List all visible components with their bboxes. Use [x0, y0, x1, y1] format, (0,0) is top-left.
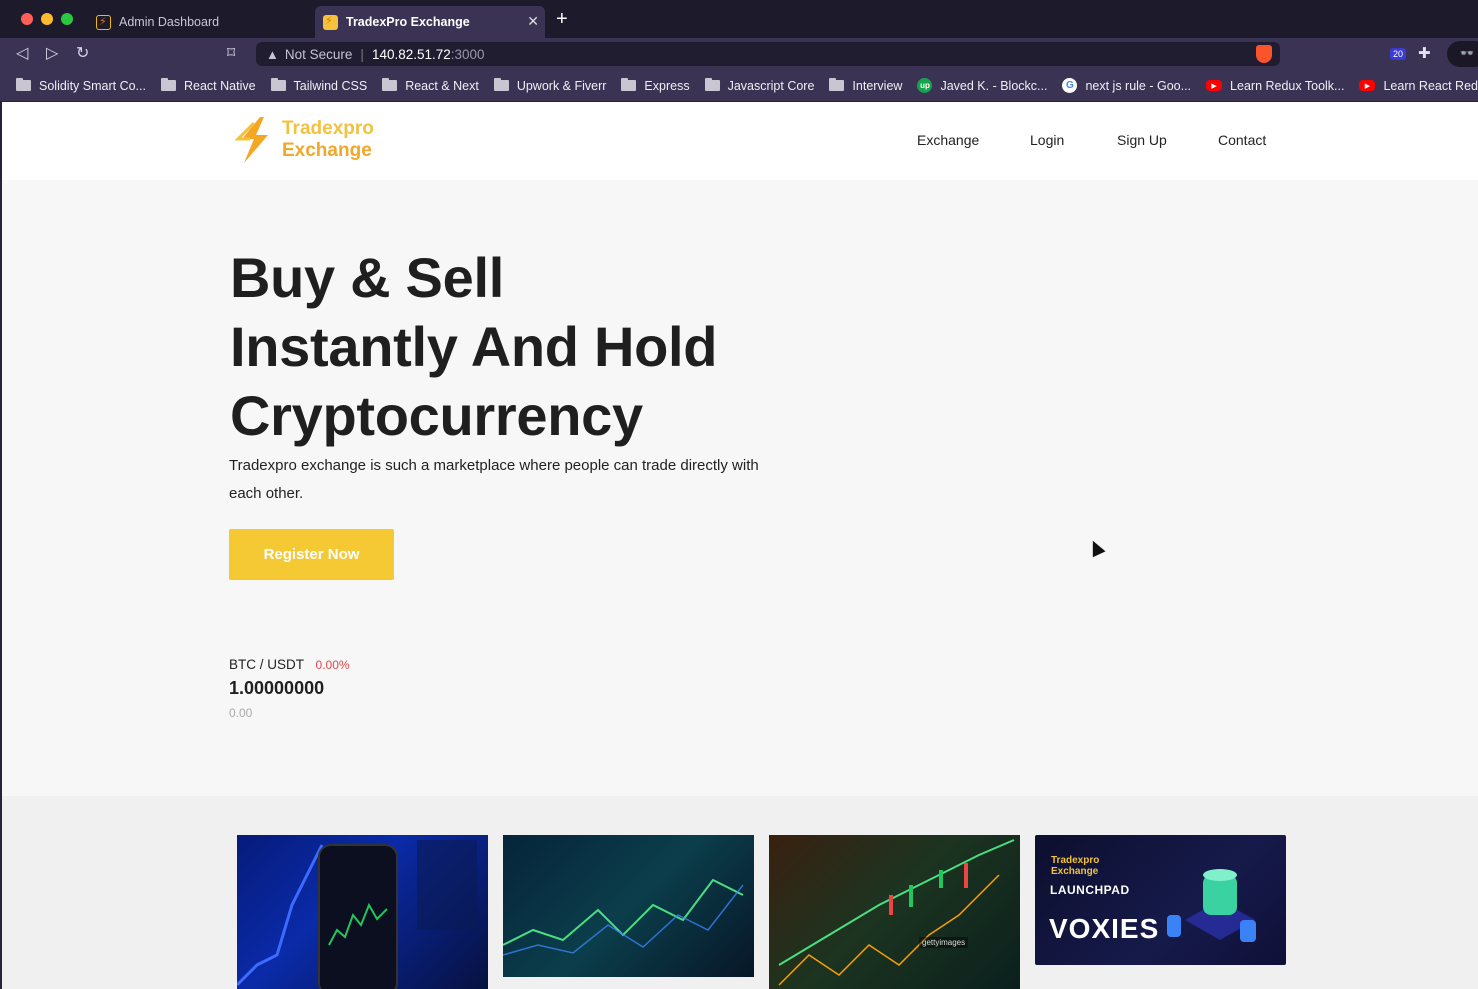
google-icon: G [1062, 78, 1078, 93]
ticker-volume: 0.00 [229, 706, 253, 720]
folder-icon [829, 78, 845, 91]
tradexpro-favicon-icon [96, 14, 111, 30]
bookmark-label: Express [644, 78, 690, 93]
logo-line-1: Tradexpro [282, 118, 374, 139]
promo-cards-section: gettyimages Tradexpro Exchange LAUNCHPAD… [2, 796, 1478, 989]
logo-line-2: Exchange [282, 140, 372, 161]
tab-admin-dashboard[interactable]: Admin Dashboard [88, 6, 308, 38]
back-icon[interactable]: ◁ [16, 43, 28, 63]
profile-icon[interactable]: 👓 [1447, 41, 1478, 67]
bookmark-item[interactable]: Interview [829, 78, 903, 93]
browser-window: Admin Dashboard TradexPro Exchange ✕ + ◁… [0, 0, 1478, 989]
ticker-pair[interactable]: BTC / USDT 0.00% [229, 657, 350, 672]
phone-chart-image [237, 840, 477, 989]
bookmark-label: Tailwind CSS [293, 78, 368, 93]
bookmark-label: Learn React Redu... [1383, 78, 1478, 93]
bookmark-item[interactable]: Tailwind CSS [270, 78, 368, 93]
promo-card-launchpad[interactable]: Tradexpro Exchange LAUNCHPAD VOXIES [1035, 835, 1286, 965]
maximize-window-button[interactable] [61, 13, 73, 25]
bookmark-item[interactable]: ▶ Learn Redux Toolk... [1206, 79, 1344, 93]
bookmark-label: Interview [852, 78, 903, 93]
nav-signup-link[interactable]: Sign Up [1117, 132, 1167, 148]
mouse-cursor-icon [1086, 537, 1106, 558]
nav-login-link[interactable]: Login [1030, 132, 1064, 148]
extension-badge[interactable]: 20 [1390, 48, 1407, 60]
bookmark-label: React Native [183, 78, 256, 93]
close-tab-icon[interactable]: ✕ [527, 13, 539, 30]
bookmark-item[interactable]: Express [621, 78, 690, 93]
bookmark-icon[interactable]: ⌑ [227, 43, 235, 63]
folder-icon [704, 78, 720, 91]
promo-card-candlestick[interactable]: gettyimages [769, 835, 1020, 989]
folder-icon [382, 78, 398, 91]
youtube-icon: ▶ [1359, 80, 1376, 91]
warning-triangle-icon: ▲ [266, 46, 279, 62]
upwork-icon: up [917, 78, 933, 93]
ticker-change: 0.00% [315, 658, 350, 672]
hero-title-line: Buy & Sell [230, 246, 504, 309]
brave-shields-icon[interactable] [1256, 45, 1272, 63]
bookmark-label: Javed K. - Blockc... [940, 78, 1048, 93]
folder-icon [270, 78, 286, 91]
hero-title-line: Cryptocurrency [230, 384, 643, 447]
bookmark-item[interactable]: React & Next [382, 78, 479, 93]
register-now-button[interactable]: Register Now [229, 529, 394, 580]
minimize-window-button[interactable] [41, 13, 53, 25]
bookmark-item[interactable]: ▶ Learn React Redu... [1359, 79, 1478, 93]
folder-icon [493, 78, 509, 91]
address-separator: | [360, 46, 364, 62]
ticker-price: 1.00000000 [229, 678, 325, 698]
security-status[interactable]: Not Secure [285, 47, 353, 62]
folder-icon [16, 78, 31, 91]
tab-strip: Admin Dashboard TradexPro Exchange ✕ + [0, 0, 1478, 40]
candlestick-chart-image [778, 839, 1015, 986]
bookmark-label: React & Next [405, 78, 479, 93]
bookmark-label: next js rule - Goo... [1085, 78, 1192, 93]
extensions-icon[interactable]: ✚ [1418, 44, 1431, 62]
youtube-icon: ▶ [1206, 80, 1223, 91]
promo-card-phone-trading[interactable] [237, 835, 488, 989]
site-logo[interactable]: Tradexpro Exchange [230, 115, 374, 165]
bookmark-label: Upwork & Fiverr [516, 78, 607, 93]
bookmark-label: Javascript Core [727, 78, 815, 93]
tab-label: TradexPro Exchange [346, 15, 470, 29]
tradexpro-favicon-icon [323, 14, 338, 30]
coin-stack-icon [1167, 869, 1256, 942]
site-header: Tradexpro Exchange Exchange Login Sign U… [2, 102, 1478, 180]
folder-icon [621, 78, 637, 91]
ticker-pair-label: BTC / USDT [229, 657, 304, 672]
folder-icon [160, 78, 176, 91]
market-line-chart-image [503, 878, 744, 956]
getty-watermark: gettyimages [919, 937, 969, 948]
reload-icon[interactable]: ↻ [76, 43, 89, 63]
forward-icon[interactable]: ▷ [46, 43, 58, 63]
new-tab-icon[interactable]: + [556, 8, 568, 31]
nav-contact-link[interactable]: Contact [1218, 132, 1266, 148]
hero-title: Buy & Sell Instantly And Hold Cryptocurr… [230, 243, 717, 450]
bookmark-label: Solidity Smart Co... [39, 78, 146, 93]
address-bar[interactable]: ▲ Not Secure | 140.82.51.72:3000 [256, 42, 1280, 66]
logo-wordmark: Tradexpro Exchange [282, 118, 374, 162]
lightning-logo-icon [234, 117, 268, 163]
tab-tradexpro-exchange[interactable]: TradexPro Exchange ✕ [315, 6, 545, 38]
promo-card-market-chart[interactable] [503, 835, 754, 977]
bookmark-item[interactable]: Solidity Smart Co... [16, 78, 146, 93]
web-page: Tradexpro Exchange Exchange Login Sign U… [2, 102, 1478, 989]
close-window-button[interactable] [21, 13, 33, 25]
bookmarks-bar: Solidity Smart Co... React Native Tailwi… [0, 70, 1478, 101]
bookmark-item[interactable]: Upwork & Fiverr [493, 78, 607, 93]
hero-title-line: Instantly And Hold [230, 315, 718, 378]
url-host: 140.82.51.72 [371, 46, 451, 62]
url-port: :3000 [450, 46, 485, 62]
bookmark-item[interactable]: up Javed K. - Blockc... [917, 78, 1047, 93]
navigation-bar: ◁ ▷ ↻ ⌑ ▲ Not Secure | 140.82.51.72:3000… [0, 38, 1478, 70]
bookmark-item[interactable]: Javascript Core [704, 78, 815, 93]
tab-label: Admin Dashboard [119, 15, 220, 29]
nav-exchange-link[interactable]: Exchange [917, 132, 979, 148]
bookmark-item[interactable]: Gnext js rule - Goo... [1062, 78, 1191, 93]
bookmark-label: Learn Redux Toolk... [1230, 78, 1345, 93]
hero-description: Tradexpro exchange is such a marketplace… [229, 457, 759, 502]
bookmark-item[interactable]: React Native [160, 78, 256, 93]
